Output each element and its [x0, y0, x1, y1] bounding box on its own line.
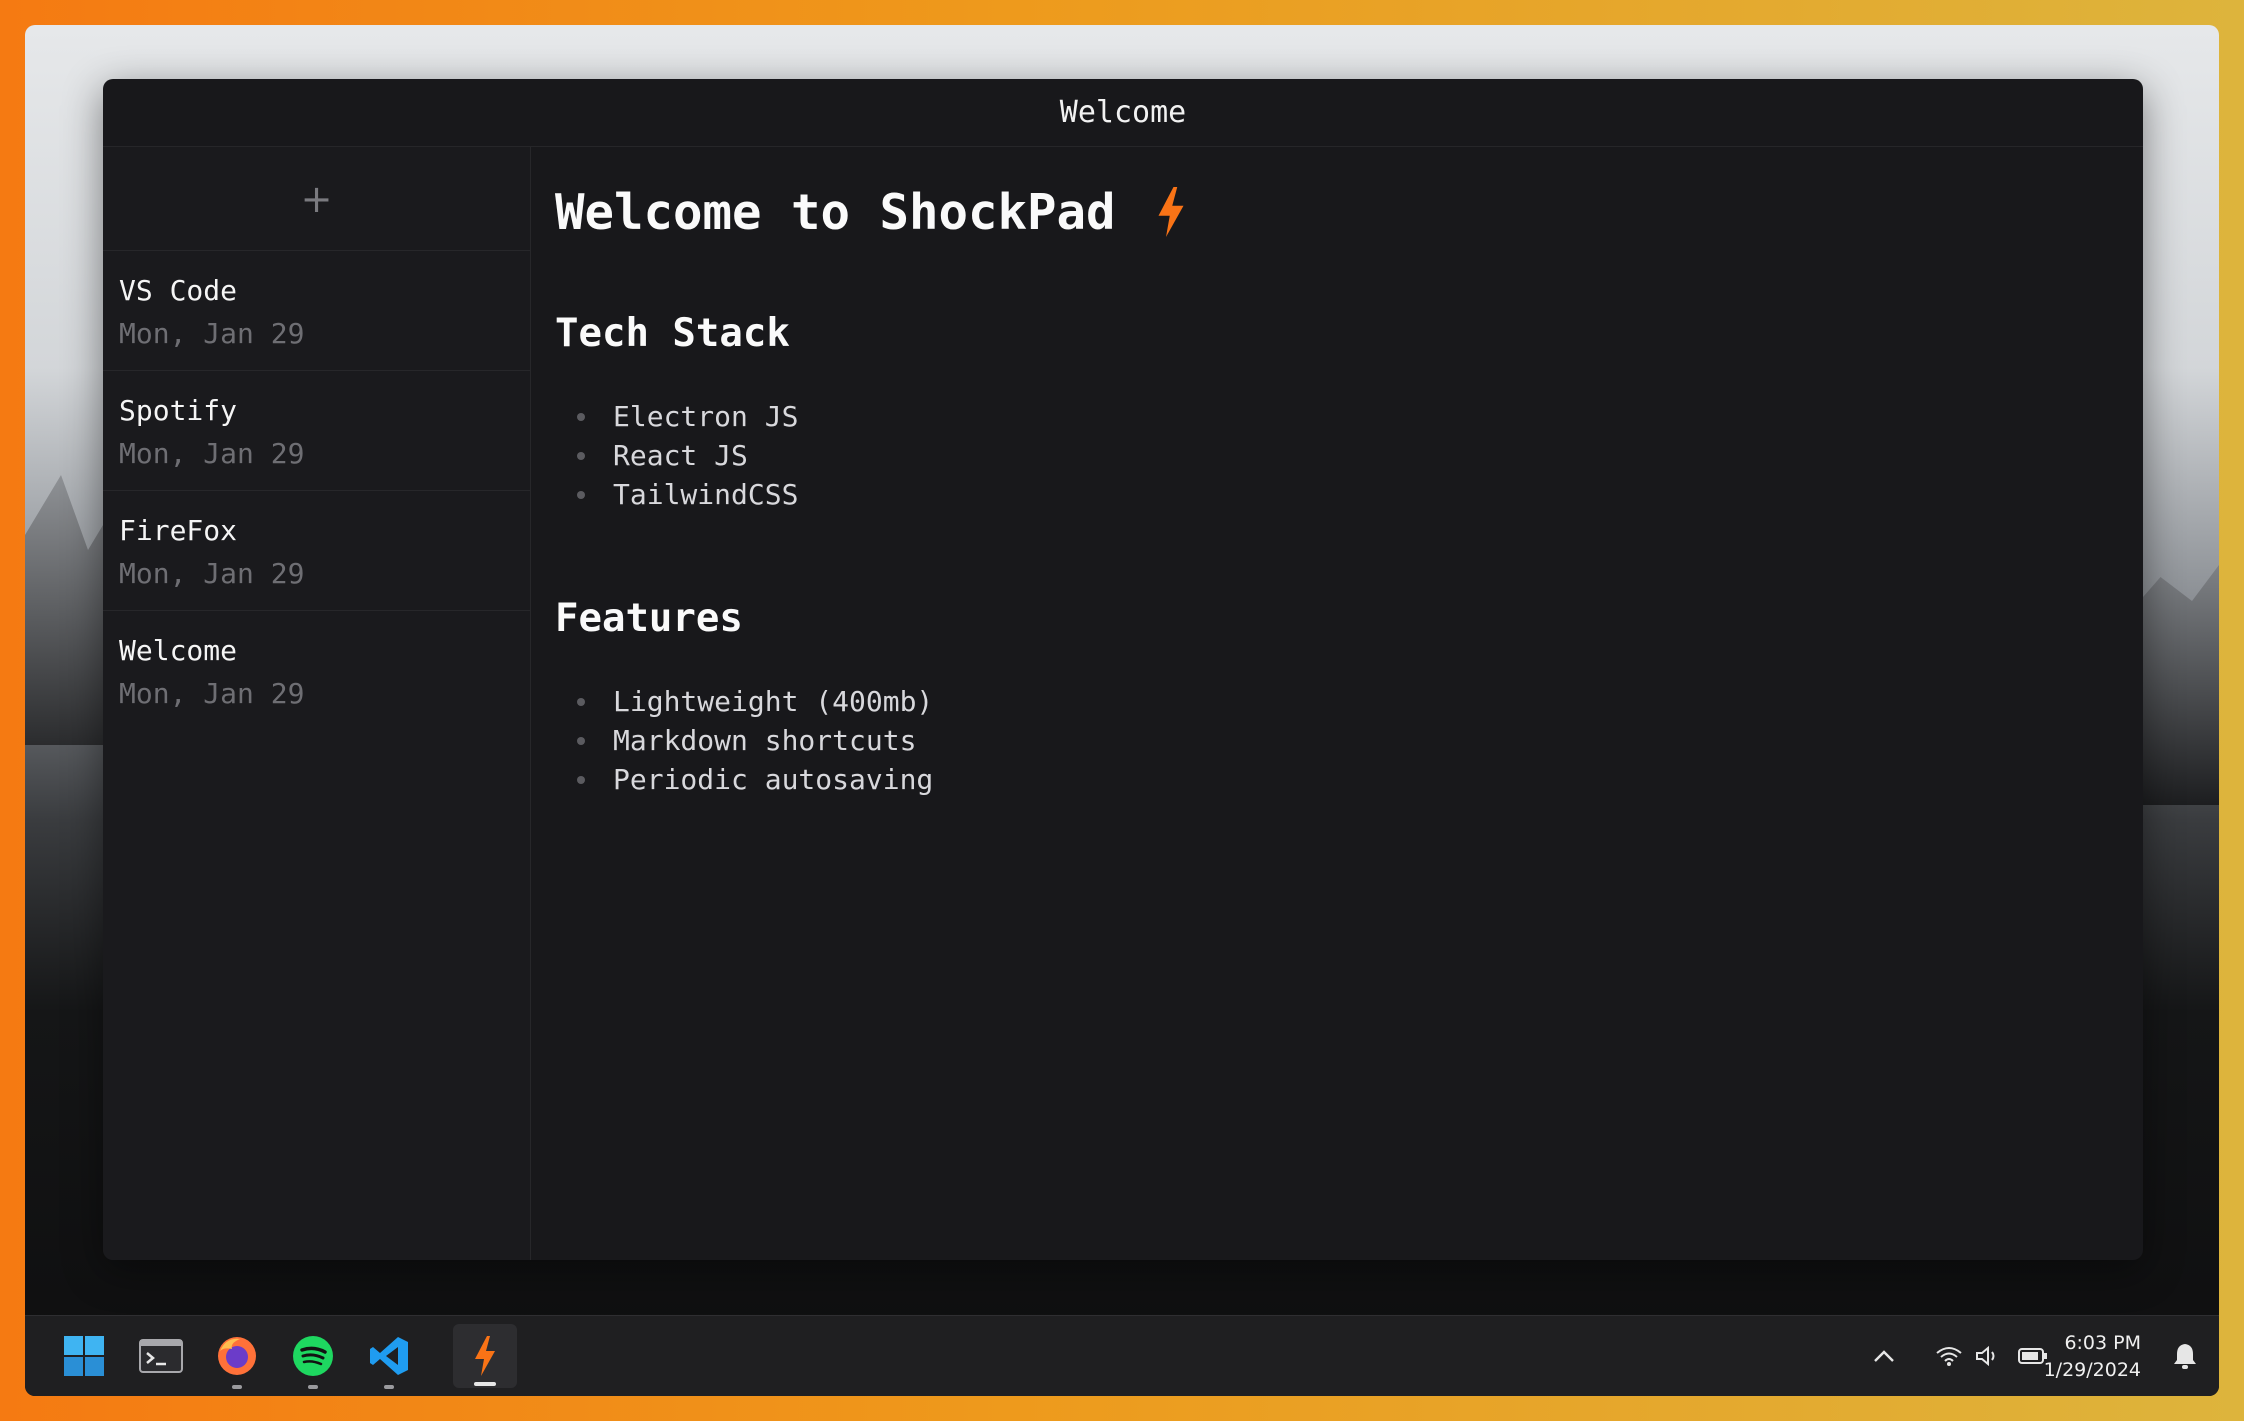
clock-time: 6:03 PM: [2064, 1332, 2141, 1354]
note-title: Welcome: [119, 634, 238, 667]
note-item-spotify[interactable]: Spotify Mon, Jan 29: [103, 371, 530, 491]
bullet-icon: [577, 736, 585, 745]
note-title: FireFox: [119, 514, 238, 547]
add-note-button[interactable]: +: [301, 180, 333, 218]
editor-heading: Welcome to ShockPad: [555, 177, 2143, 247]
bullet-icon: [577, 775, 585, 784]
note-item-firefox[interactable]: FireFox Mon, Jan 29: [103, 491, 530, 611]
bullet-icon: [577, 412, 585, 421]
section-heading-tech-stack: Tech Stack: [555, 311, 790, 356]
mountain-decoration: [25, 475, 115, 745]
bullet-icon: [577, 490, 585, 499]
note-date: Mon, Jan 29: [119, 677, 305, 710]
note-item-welcome[interactable]: Welcome Mon, Jan 29: [103, 611, 530, 731]
active-indicator: [474, 1382, 496, 1386]
wifi-icon[interactable]: [1935, 1316, 1963, 1396]
list-item: Electron JS: [555, 397, 2143, 436]
markdown-editor[interactable]: Welcome to ShockPad Tech Stack Electron …: [531, 147, 2143, 1260]
notification-bell-icon[interactable]: [2173, 1316, 2197, 1396]
note-title: VS Code: [119, 274, 238, 307]
section-heading-features: Features: [555, 596, 743, 641]
list-item: Markdown shortcuts: [555, 721, 2143, 760]
features-list: Lightweight (400mb) Markdown shortcuts P…: [555, 682, 2143, 799]
lightning-bolt-icon: [1158, 187, 1184, 237]
list-item: Lightweight (400mb): [555, 682, 2143, 721]
running-indicator: [232, 1385, 242, 1389]
running-indicator: [308, 1385, 318, 1389]
list-item-text: Periodic autosaving: [613, 763, 934, 796]
list-item-text: TailwindCSS: [613, 478, 799, 511]
note-date: Mon, Jan 29: [119, 557, 305, 590]
window-title: Welcome: [1059, 95, 1187, 130]
note-date: Mon, Jan 29: [119, 437, 305, 470]
list-item-text: Markdown shortcuts: [613, 724, 917, 757]
note-item-vs-code[interactable]: VS Code Mon, Jan 29: [103, 251, 530, 371]
volume-icon[interactable]: [1975, 1316, 2001, 1396]
shockpad-icon[interactable]: [453, 1324, 517, 1388]
bullet-icon: [577, 451, 585, 460]
list-item: React JS: [555, 436, 2143, 475]
app-body: + VS Code Mon, Jan 29 Spotify Mon, Jan 2…: [103, 147, 2143, 1260]
note-title: Spotify: [119, 394, 238, 427]
heading-text: Welcome to ShockPad: [555, 183, 1116, 241]
note-date: Mon, Jan 29: [119, 317, 305, 350]
bullet-icon: [577, 697, 585, 706]
desktop: Welcome + VS Code Mon, Jan 29 Spotify Mo…: [25, 25, 2219, 1396]
system-clock[interactable]: 6:03 PM 1/29/2024: [2044, 1330, 2141, 1384]
title-bar[interactable]: Welcome: [103, 79, 2143, 147]
list-item: TailwindCSS: [555, 475, 2143, 514]
list-item-text: React JS: [613, 439, 748, 472]
notes-sidebar: + VS Code Mon, Jan 29 Spotify Mon, Jan 2…: [103, 147, 531, 1260]
app-window: Welcome + VS Code Mon, Jan 29 Spotify Mo…: [103, 79, 2143, 1260]
running-indicator: [384, 1385, 394, 1389]
add-note-row: +: [103, 147, 530, 251]
list-item: Periodic autosaving: [555, 760, 2143, 799]
vscode-icon[interactable]: [363, 1330, 415, 1389]
clock-date: 1/29/2024: [2043, 1359, 2141, 1381]
tech-stack-list: Electron JS React JS TailwindCSS: [555, 397, 2143, 514]
terminal-icon[interactable]: [135, 1330, 187, 1382]
firefox-icon[interactable]: [211, 1330, 263, 1389]
spotify-icon[interactable]: [287, 1330, 339, 1389]
list-item-text: Lightweight (400mb): [613, 685, 934, 718]
list-item-text: Electron JS: [613, 400, 799, 433]
windows-start-icon[interactable]: [58, 1330, 110, 1382]
show-hidden-icons-chevron-icon[interactable]: [1873, 1316, 1895, 1396]
taskbar: 6:03 PM 1/29/2024: [25, 1315, 2219, 1396]
